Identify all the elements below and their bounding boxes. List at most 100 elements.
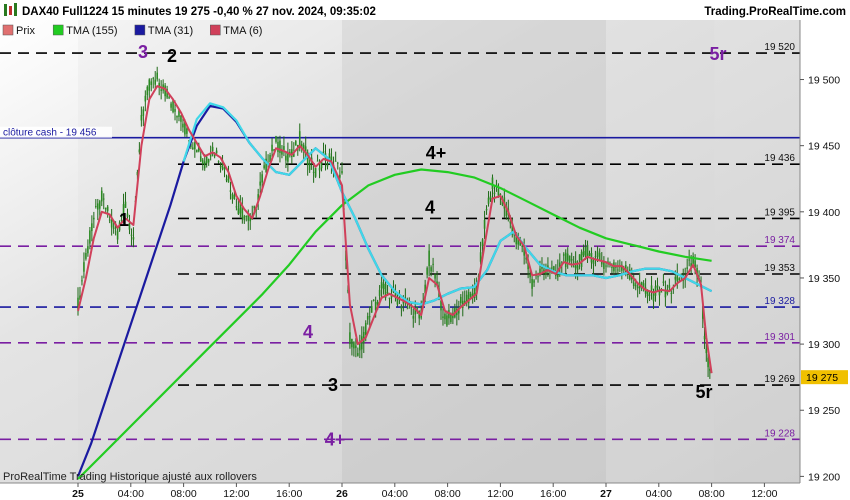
candle-body (688, 259, 690, 261)
candle-body (87, 246, 89, 254)
y-tick-label-1: 19 250 (808, 405, 840, 417)
candle-body (261, 174, 263, 183)
x-tick-label-0: 25 (72, 488, 84, 500)
level-marker-7: 4 (303, 322, 313, 342)
candle-body (460, 296, 462, 304)
candle-body (578, 254, 581, 261)
y-tick-label-0: 19 200 (808, 471, 840, 483)
level-value-label-4: 19 374 (764, 235, 795, 246)
candle-body (225, 179, 228, 181)
candle-body (285, 155, 287, 161)
candle-body (416, 306, 419, 309)
candle-body (611, 266, 613, 268)
candle-body (357, 353, 359, 356)
x-tick-label-9: 16:00 (540, 488, 566, 500)
candle-body (359, 344, 361, 351)
candle-body (432, 263, 434, 265)
candle-body (650, 285, 653, 291)
candle-body (316, 160, 319, 162)
candle-body (95, 205, 97, 207)
candle-body (584, 246, 587, 257)
candle-body (312, 171, 315, 173)
candle-body (380, 282, 383, 289)
candle-body (372, 299, 375, 301)
candle-body (277, 141, 279, 153)
candle-body (89, 230, 91, 244)
candle-body (180, 115, 182, 122)
x-tick-label-10: 27 (600, 488, 612, 500)
chart-root: DAX40 Full1224 15 minutes 19 275 -0,40 %… (0, 0, 850, 500)
legend-swatch-2 (134, 24, 146, 36)
candle-body (201, 159, 204, 165)
annotation-0: 3 (138, 42, 148, 62)
candle-body (150, 81, 153, 85)
candle-body (551, 267, 553, 269)
legend-swatch-3 (210, 24, 221, 36)
candle-body (104, 207, 107, 210)
candle-body (408, 307, 411, 309)
candle-body (97, 203, 99, 210)
candle-body (450, 314, 452, 323)
candle-body (322, 151, 325, 153)
candle-body (537, 276, 539, 278)
candle-body (85, 253, 87, 259)
y-tick-label-6: 19 500 (808, 75, 840, 87)
candle-body (275, 136, 277, 142)
legend-label-2: TMA (31) (148, 25, 193, 37)
candle-body (217, 161, 220, 163)
candle-body (194, 142, 196, 150)
candle-body (588, 253, 591, 256)
candle-body (648, 294, 651, 296)
annotation-3: 5r (695, 382, 712, 402)
candle-body (215, 150, 218, 154)
candle-body (662, 281, 665, 283)
candle-body (108, 219, 111, 221)
candle-body (446, 315, 448, 326)
candle-body (580, 252, 583, 267)
candle-body (632, 282, 635, 286)
candle-body (634, 284, 637, 287)
candle-body (592, 260, 595, 264)
candle-body (237, 208, 240, 215)
candle-body (140, 114, 143, 121)
x-tick-label-2: 08:00 (170, 488, 196, 500)
candle-body (349, 332, 351, 345)
x-tick-label-12: 08:00 (698, 488, 724, 500)
candle-body (168, 97, 170, 99)
candle-body (353, 342, 355, 349)
candle-body (186, 128, 188, 134)
source-label: Trading.ProRealTime.com (704, 6, 846, 18)
candle-body (156, 72, 158, 80)
legend-swatch-0 (2, 24, 14, 36)
candle-body (176, 115, 178, 118)
level-value-label-7: 19 301 (764, 332, 795, 343)
candle-body (130, 234, 133, 236)
candle-body (271, 144, 273, 152)
candle-body (170, 103, 172, 108)
candle-body (199, 156, 202, 162)
candle-body (586, 244, 589, 257)
candle-body (233, 194, 236, 199)
x-tick-label-11: 04:00 (646, 488, 672, 500)
candle-body (572, 266, 575, 268)
candle-body (434, 274, 436, 279)
candle-body (279, 140, 281, 153)
level-value-label-0: 19 520 (764, 42, 795, 53)
candle-body (81, 280, 83, 282)
candle-body (428, 250, 430, 267)
level-value-label-6: 19 328 (764, 296, 795, 307)
candle-body (562, 254, 565, 256)
candle-body (351, 338, 353, 348)
legend-label-3: TMA (6) (223, 25, 262, 37)
candle-body (705, 348, 708, 354)
last-price-label: 19 275 (806, 372, 838, 384)
y-tick-label-3: 19 350 (808, 273, 840, 285)
candle-body (160, 89, 162, 91)
candle-body (182, 123, 184, 128)
legend-swatch-1 (52, 24, 64, 36)
candle-body (670, 292, 673, 294)
candle-body (287, 153, 289, 162)
candle-body (668, 285, 671, 288)
candle-body (318, 167, 321, 171)
candle-body (205, 156, 208, 164)
